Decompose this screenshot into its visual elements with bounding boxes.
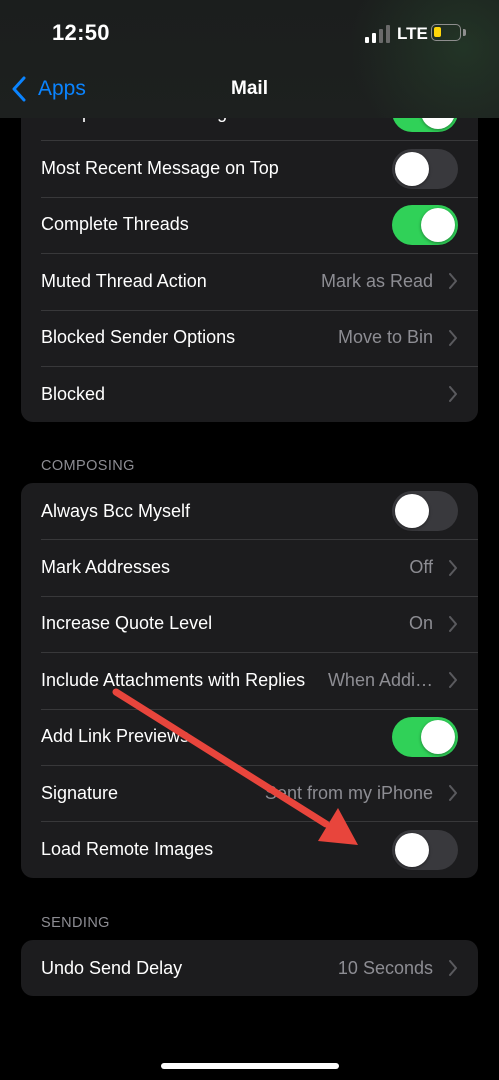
settings-row-signature[interactable]: Signature Sent from my iPhone bbox=[21, 764, 478, 821]
page-title: Mail bbox=[231, 78, 268, 99]
row-label: Load Remote Images bbox=[41, 839, 214, 860]
toggle-knob bbox=[395, 832, 429, 867]
settings-row-load-remote-images[interactable]: Load Remote Images bbox=[21, 821, 478, 877]
battery-icon bbox=[431, 24, 461, 41]
row-label: Complete Threads bbox=[41, 214, 189, 235]
toggle-knob bbox=[395, 151, 429, 186]
composing-group: Always Bcc Myself Mark Addresses Off Inc… bbox=[21, 483, 478, 878]
row-label: Mark Addresses bbox=[41, 557, 171, 578]
row-value: On bbox=[408, 613, 433, 634]
settings-row-blocked[interactable]: Blocked bbox=[21, 365, 478, 422]
row-label: Most Recent Message on Top bbox=[41, 158, 279, 179]
network-type: LTE bbox=[397, 24, 428, 43]
row-label: Add Link Previews bbox=[41, 726, 190, 747]
row-label: Blocked Sender Options bbox=[41, 327, 236, 348]
navigation-header: 12:50 LTE Apps Mail bbox=[0, 0, 499, 118]
row-value: Mark as Read bbox=[320, 270, 433, 291]
chevron-right-icon bbox=[449, 329, 457, 346]
load-remote-images-toggle[interactable] bbox=[392, 829, 458, 870]
chevron-right-icon bbox=[449, 785, 457, 802]
section-header-sending: SENDING bbox=[41, 915, 110, 931]
settings-row-complete-threads[interactable]: Complete Threads bbox=[21, 196, 478, 253]
row-label: Signature bbox=[41, 782, 119, 803]
most-recent-on-top-toggle[interactable] bbox=[392, 148, 458, 189]
settings-row-mark-addresses[interactable]: Mark Addresses Off bbox=[21, 539, 478, 595]
chevron-right-icon bbox=[449, 615, 457, 632]
row-value: 10 Seconds bbox=[337, 957, 433, 978]
row-value: Move to Bin bbox=[337, 327, 433, 348]
settings-row-always-bcc[interactable]: Always Bcc Myself bbox=[21, 483, 478, 539]
settings-row-undo-send-delay[interactable]: Undo Send Delay 10 Seconds bbox=[21, 940, 478, 996]
chevron-right-icon bbox=[449, 559, 457, 576]
row-label: Include Attachments with Replies bbox=[41, 669, 306, 690]
status-time: 12:50 bbox=[52, 20, 110, 45]
row-label: Undo Send Delay bbox=[41, 957, 183, 978]
row-label: Increase Quote Level bbox=[41, 613, 213, 634]
row-value: Off bbox=[409, 557, 433, 578]
row-value: Sent from my iPhone bbox=[264, 782, 433, 803]
battery-cap bbox=[463, 29, 466, 36]
always-bcc-toggle[interactable] bbox=[392, 491, 458, 532]
settings-row-increase-quote-level[interactable]: Increase Quote Level On bbox=[21, 595, 478, 652]
cellular-signal-icon bbox=[365, 25, 391, 43]
settings-row-muted-thread-action[interactable]: Muted Thread Action Mark as Read bbox=[21, 253, 478, 309]
row-label: Muted Thread Action bbox=[41, 270, 207, 291]
header-glow bbox=[319, 0, 499, 118]
settings-row-blocked-sender-options[interactable]: Blocked Sender Options Move to Bin bbox=[21, 309, 478, 366]
settings-row-add-link-previews[interactable]: Add Link Previews bbox=[21, 708, 478, 765]
section-header-composing: COMPOSING bbox=[41, 458, 135, 474]
add-link-previews-toggle[interactable] bbox=[392, 716, 458, 757]
chevron-right-icon bbox=[449, 386, 457, 403]
settings-row-most-recent-on-top[interactable]: Most Recent Message on Top bbox=[21, 140, 478, 196]
complete-threads-toggle[interactable] bbox=[392, 204, 458, 245]
row-value: When Addi… bbox=[327, 669, 433, 690]
chevron-right-icon bbox=[449, 273, 457, 290]
toggle-knob bbox=[395, 494, 429, 529]
toggle-knob bbox=[421, 719, 455, 754]
home-indicator bbox=[161, 1063, 339, 1069]
mail-settings-screen: Collapse Read Messages Most Recent Messa… bbox=[0, 0, 499, 1080]
settings-row-include-attachments[interactable]: Include Attachments with Replies When Ad… bbox=[21, 652, 478, 708]
toggle-knob bbox=[421, 207, 455, 242]
chevron-right-icon bbox=[449, 672, 457, 689]
row-label: Always Bcc Myself bbox=[41, 500, 191, 521]
chevron-right-icon bbox=[449, 960, 457, 977]
sending-group: Undo Send Delay 10 Seconds bbox=[21, 940, 478, 997]
threading-group: Collapse Read Messages Most Recent Messa… bbox=[21, 84, 478, 423]
row-label: Blocked bbox=[41, 383, 106, 404]
